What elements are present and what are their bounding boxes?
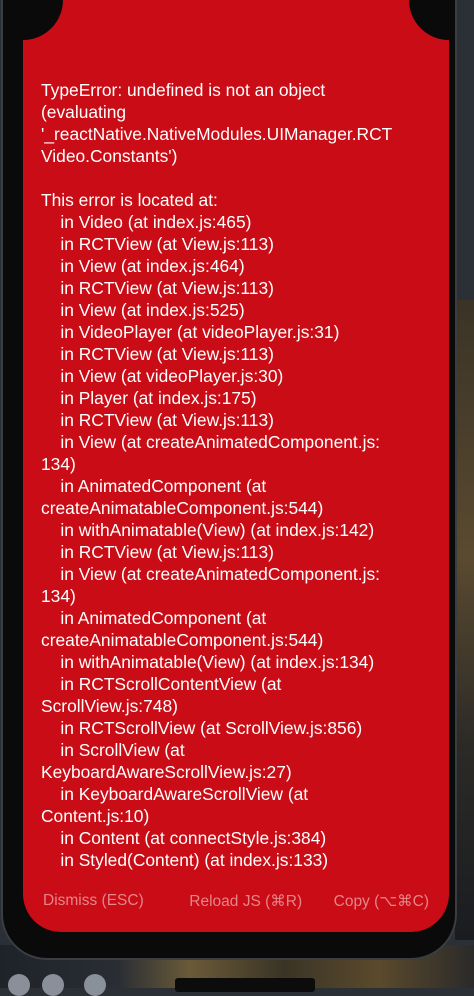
error-line: in KeyboardAwareScrollView (at	[41, 784, 309, 804]
error-line: in ScrollView (at	[41, 740, 185, 760]
desktop-label	[175, 978, 315, 992]
error-line: createAnimatableComponent.js:544)	[41, 630, 324, 650]
background-desktop-strip	[455, 300, 474, 940]
error-message: TypeError: undefined is not an object (ev…	[41, 79, 436, 871]
error-line: in Video (at index.js:465)	[41, 212, 252, 232]
error-line: in Content (at connectStyle.js:384)	[41, 828, 327, 848]
error-line: '_reactNative.NativeModules.UIManager.RC…	[41, 124, 393, 144]
error-line: (evaluating	[41, 102, 127, 122]
error-line: ScrollView.js:748)	[41, 696, 178, 716]
dismiss-button[interactable]: Dismiss (ESC)	[43, 892, 144, 910]
error-line: in VideoPlayer (at videoPlayer.js:31)	[41, 322, 340, 342]
phone-frame: TypeError: undefined is not an object (ev…	[3, 0, 455, 958]
desktop-icon	[8, 974, 30, 996]
error-line: in AnimatedComponent (at	[41, 608, 267, 628]
error-line: in withAnimatable(View) (at index.js:134…	[41, 652, 375, 672]
error-line: in RCTView (at View.js:113)	[41, 278, 274, 298]
error-line: in View (at createAnimatedComponent.js:	[41, 432, 380, 452]
screen-corner	[409, 0, 449, 40]
error-line: 134)	[41, 454, 76, 474]
error-line: KeyboardAwareScrollView.js:27)	[41, 762, 292, 782]
error-line: in Player (at index.js:175)	[41, 388, 257, 408]
error-line: createAnimatableComponent.js:544)	[41, 498, 324, 518]
error-line: Content.js:10)	[41, 806, 150, 826]
error-line: This error is located at:	[41, 190, 218, 210]
error-line	[41, 167, 436, 189]
error-line: in withAnimatable(View) (at index.js:142…	[41, 520, 375, 540]
redbox-footer: Dismiss (ESC) Reload JS (⌘R) Copy (⌥⌘C)	[23, 888, 449, 914]
reload-js-button[interactable]: Reload JS (⌘R)	[189, 892, 302, 911]
error-line: in RCTView (at View.js:113)	[41, 410, 274, 430]
error-line: TypeError: undefined is not an object	[41, 80, 326, 100]
error-line: in RCTView (at View.js:113)	[41, 542, 274, 562]
screen-corner	[23, 0, 63, 40]
error-line: 134)	[41, 586, 76, 606]
desktop-icon	[42, 974, 64, 996]
error-line: Video.Constants')	[41, 146, 178, 166]
error-line: in RCTScrollView (at ScrollView.js:856)	[41, 718, 363, 738]
error-line: in View (at videoPlayer.js:30)	[41, 366, 284, 386]
error-line: in View (at index.js:464)	[41, 256, 245, 276]
redbox-error-screen: TypeError: undefined is not an object (ev…	[23, 0, 449, 932]
error-line: in RCTScrollContentView (at	[41, 674, 282, 694]
desktop-icon	[84, 974, 106, 996]
error-line: in AnimatedComponent (at	[41, 476, 267, 496]
error-line: in RCTView (at View.js:113)	[41, 344, 274, 364]
error-line: in View (at index.js:525)	[41, 300, 245, 320]
error-line: in Styled(Content) (at index.js:133)	[41, 850, 329, 870]
error-line: in View (at createAnimatedComponent.js:	[41, 564, 380, 584]
error-line: in RCTView (at View.js:113)	[41, 234, 274, 254]
copy-button[interactable]: Copy (⌥⌘C)	[334, 892, 429, 911]
